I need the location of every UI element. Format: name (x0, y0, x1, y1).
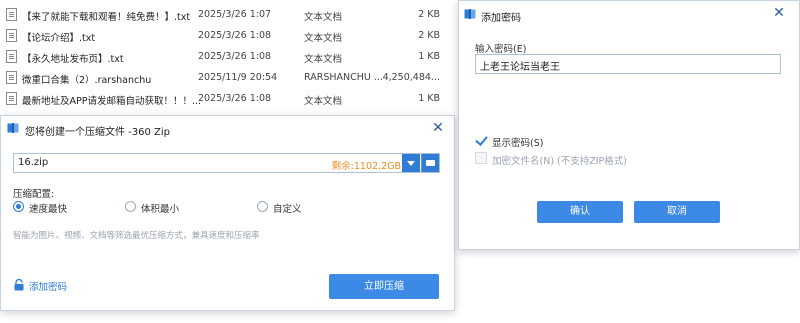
radio-dot[interactable] (257, 201, 268, 212)
password-input-label: 输入密码(E) (475, 44, 527, 55)
compression-hint: 智能为图片、视频、文档等筛选最优压缩方式，兼具速度和压缩率 (13, 231, 260, 241)
file-type: 文本文档 (304, 96, 343, 107)
file-icon (6, 71, 17, 84)
text-file-icon (6, 50, 17, 63)
show-password-label: 显示密码(S) (492, 138, 544, 149)
radio-dot[interactable] (13, 201, 24, 212)
file-date: 2025/11/9 20:54 (198, 72, 278, 83)
file-date: 2025/3/26 1:08 (198, 93, 272, 104)
close-icon[interactable]: ✕ (430, 120, 446, 136)
file-date: 2025/3/26 1:08 (198, 51, 272, 62)
cancel-button[interactable]: 取消 (634, 201, 720, 223)
free-space-label: 剩余:1102.2GB (331, 161, 401, 172)
add-password-dialog: 添加密码 ✕ 输入密码(E) 上老王论坛当老王 显示密码(S) 加密文件名(N)… (458, 0, 800, 250)
zip-create-dialog: 您将创建一个压缩文件 -360 Zip ✕ 16.zip 剩余:1102.2GB… (0, 115, 455, 311)
zip-app-icon (7, 123, 19, 133)
file-name: 最新地址及APP请发邮箱自动获取！！！... (22, 96, 202, 107)
confirm-button[interactable]: 确认 (537, 201, 623, 223)
zip-path-field[interactable]: 16.zip 剩余:1102.2GB (13, 153, 440, 173)
add-password-label[interactable]: 添加密码 (29, 279, 67, 293)
file-size: 4,250,484... (382, 72, 440, 83)
file-name: 【来了就能下载和观看！纯免费！】.txt (22, 12, 191, 23)
file-date: 2025/3/26 1:07 (198, 9, 272, 20)
compression-config-label: 压缩配置: (13, 189, 55, 200)
radio-dot[interactable] (125, 201, 136, 212)
file-name: 微重口合集（2）.rarshanchu (22, 75, 152, 86)
text-file-icon (6, 92, 17, 105)
zip-dialog-title: 您将创建一个压缩文件 -360 Zip (25, 127, 171, 138)
password-dialog-title: 添加密码 (481, 13, 521, 24)
text-file-icon (6, 29, 17, 42)
password-titlebar[interactable]: 添加密码 ✕ (459, 1, 799, 27)
file-type: 文本文档 (304, 54, 343, 65)
close-icon[interactable]: ✕ (771, 5, 787, 21)
radio-label: 体积最小 (141, 204, 180, 215)
checkmark-icon[interactable] (475, 134, 487, 146)
password-input[interactable]: 上老王论坛当老王 (475, 54, 781, 74)
file-size: 2 KB (418, 30, 440, 41)
file-date: 2025/3/26 1:08 (198, 30, 272, 41)
zip-path-value[interactable]: 16.zip (18, 157, 48, 168)
checkbox-box[interactable] (475, 152, 487, 164)
radio-label: 自定义 (273, 204, 302, 215)
chevron-down-icon[interactable] (402, 154, 420, 172)
file-type: 文本文档 (304, 12, 343, 23)
folder-icon[interactable] (421, 154, 439, 172)
file-size: 2 KB (418, 9, 440, 20)
file-size: 1 KB (418, 93, 440, 104)
zip-app-icon (464, 9, 476, 19)
radio-label: 速度最快 (29, 204, 68, 215)
file-name: 【永久地址发布页】.txt (22, 54, 124, 65)
text-file-icon (6, 8, 17, 21)
file-size: 1 KB (418, 51, 440, 62)
zip-titlebar[interactable]: 您将创建一个压缩文件 -360 Zip ✕ (1, 116, 454, 141)
file-name: 【论坛介绍】.txt (22, 33, 96, 44)
encrypt-filename-label: 加密文件名(N) (不支持ZIP格式) (492, 156, 627, 167)
compress-now-button[interactable]: 立即压缩 (329, 274, 439, 299)
file-type: 文本文档 (304, 33, 343, 44)
lock-icon (14, 279, 24, 291)
